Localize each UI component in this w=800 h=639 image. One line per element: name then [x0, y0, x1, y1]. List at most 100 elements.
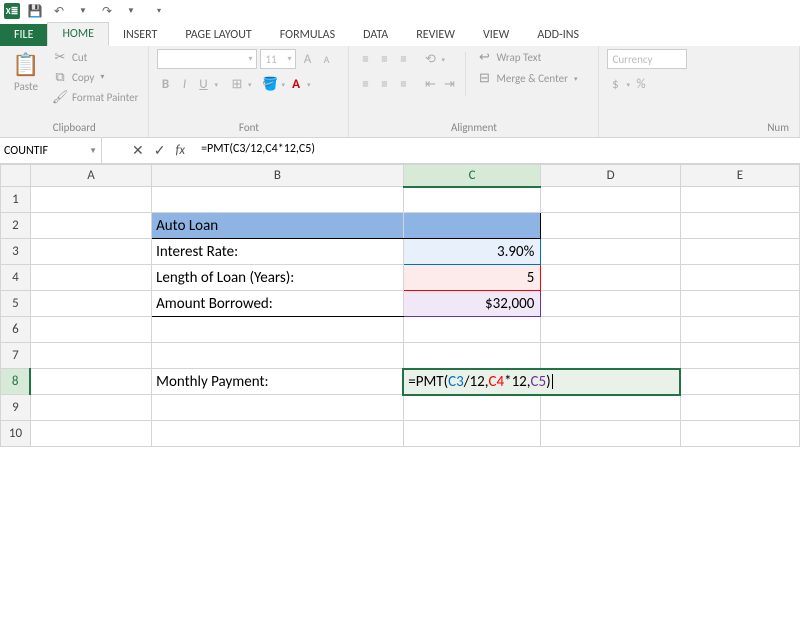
copy-button[interactable]: ⧉Copy▾ — [50, 68, 140, 86]
align-bottom-icon[interactable]: ≡ — [395, 51, 411, 67]
cell[interactable] — [152, 187, 404, 213]
cell[interactable] — [403, 421, 541, 447]
fx-icon[interactable]: fx — [175, 143, 185, 158]
col-header[interactable]: D — [541, 165, 680, 187]
align-right-icon[interactable]: ≡ — [395, 76, 411, 92]
cell[interactable] — [680, 395, 799, 421]
cell[interactable] — [680, 317, 799, 343]
cell[interactable] — [30, 239, 151, 265]
cell[interactable] — [541, 239, 680, 265]
tab-review[interactable]: REVIEW — [402, 24, 469, 46]
cell[interactable] — [680, 421, 799, 447]
tab-formulas[interactable]: FORMULAS — [266, 24, 349, 46]
italic-button[interactable]: I — [176, 76, 192, 92]
cell[interactable] — [30, 343, 151, 369]
merge-center-button[interactable]: ⊟Merge & Center▾ — [474, 69, 579, 87]
tab-addins[interactable]: ADD-INS — [523, 24, 593, 46]
cell[interactable] — [403, 395, 541, 421]
tab-insert[interactable]: INSERT — [109, 24, 171, 46]
customize-qat-icon[interactable]: ▾ — [150, 2, 168, 20]
increase-indent-icon[interactable]: ⇥ — [441, 76, 457, 92]
cell[interactable] — [30, 421, 151, 447]
cell-c3[interactable]: 3.90% — [403, 239, 541, 265]
cell[interactable] — [680, 291, 799, 317]
increase-font-icon[interactable]: A — [299, 51, 315, 67]
select-all-corner[interactable] — [1, 165, 31, 187]
cell[interactable] — [30, 369, 151, 395]
cell[interactable] — [541, 421, 680, 447]
cell[interactable] — [30, 317, 151, 343]
number-format-combo[interactable]: Currency — [607, 49, 687, 69]
currency-icon[interactable]: $ — [607, 76, 623, 92]
cell[interactable] — [30, 395, 151, 421]
cell[interactable] — [680, 187, 799, 213]
cell[interactable] — [680, 369, 799, 395]
cell[interactable] — [541, 291, 680, 317]
align-middle-icon[interactable]: ≡ — [376, 51, 392, 67]
decrease-font-icon[interactable]: A — [318, 51, 334, 67]
border-button[interactable]: ⊞ — [229, 76, 245, 92]
cell[interactable] — [30, 265, 151, 291]
cell[interactable] — [30, 187, 151, 213]
cell[interactable] — [680, 265, 799, 291]
align-left-icon[interactable]: ≡ — [357, 76, 373, 92]
row-header[interactable]: 2 — [1, 213, 31, 239]
tab-home[interactable]: HOME — [47, 22, 109, 46]
cell[interactable] — [30, 213, 151, 239]
percent-icon[interactable]: % — [633, 76, 649, 92]
font-name-combo[interactable]: ▾ — [157, 49, 257, 69]
redo-icon[interactable]: ↷ — [98, 2, 116, 20]
cell-b3[interactable]: Interest Rate: — [152, 239, 404, 265]
cell[interactable] — [541, 395, 680, 421]
cell[interactable] — [680, 343, 799, 369]
fill-color-button[interactable]: 🪣 — [263, 76, 279, 92]
cell-b5[interactable]: Amount Borrowed: — [152, 291, 404, 317]
name-box[interactable]: COUNTIF ▼ — [0, 138, 102, 163]
cell-b2[interactable]: Auto Loan — [152, 213, 404, 239]
cell[interactable] — [541, 187, 680, 213]
cut-button[interactable]: ✂Cut — [50, 48, 140, 66]
chevron-down-icon[interactable]: ▼ — [89, 146, 97, 156]
cell-c4[interactable]: 5 — [403, 265, 541, 291]
col-header[interactable]: C — [403, 165, 541, 187]
tab-data[interactable]: DATA — [349, 24, 402, 46]
row-header[interactable]: 5 — [1, 291, 31, 317]
enter-icon[interactable]: ✓ — [154, 142, 166, 159]
tab-file[interactable]: FILE — [0, 24, 47, 46]
bold-button[interactable]: B — [157, 76, 173, 92]
row-header[interactable]: 4 — [1, 265, 31, 291]
dropdown-icon[interactable]: ▼ — [74, 2, 92, 20]
format-painter-button[interactable]: 🖌Format Painter — [50, 88, 140, 106]
spreadsheet-grid[interactable]: A B C D E 1 2 Auto Loan 3 Interest Rate:… — [0, 164, 800, 447]
dropdown-icon[interactable]: ▼ — [122, 2, 140, 20]
row-header[interactable]: 10 — [1, 421, 31, 447]
font-size-combo[interactable]: 11▾ — [260, 49, 296, 69]
tab-view[interactable]: VIEW — [469, 24, 523, 46]
undo-icon[interactable]: ↶ — [50, 2, 68, 20]
cell[interactable] — [403, 317, 541, 343]
cell-b8[interactable]: Monthly Payment: — [152, 369, 404, 395]
row-header[interactable]: 6 — [1, 317, 31, 343]
cell[interactable] — [152, 395, 404, 421]
row-header[interactable]: 1 — [1, 187, 31, 213]
col-header[interactable]: B — [152, 165, 404, 187]
align-top-icon[interactable]: ≡ — [357, 51, 373, 67]
cell[interactable] — [680, 213, 799, 239]
row-header[interactable]: 9 — [1, 395, 31, 421]
cell-c5[interactable]: $32,000 — [403, 291, 541, 317]
align-center-icon[interactable]: ≡ — [376, 76, 392, 92]
cell[interactable] — [403, 187, 541, 213]
col-header[interactable]: A — [30, 165, 151, 187]
cancel-icon[interactable]: ✕ — [132, 142, 144, 159]
wrap-text-button[interactable]: ↩Wrap Text — [474, 48, 579, 66]
tab-page-layout[interactable]: PAGE LAYOUT — [171, 24, 265, 46]
font-color-button[interactable]: A — [288, 76, 304, 92]
cell[interactable] — [30, 291, 151, 317]
cell[interactable] — [541, 265, 680, 291]
cell[interactable] — [152, 421, 404, 447]
cell[interactable] — [680, 239, 799, 265]
col-header[interactable]: E — [680, 165, 799, 187]
row-header[interactable]: 3 — [1, 239, 31, 265]
cell[interactable] — [541, 317, 680, 343]
cell[interactable] — [152, 343, 404, 369]
